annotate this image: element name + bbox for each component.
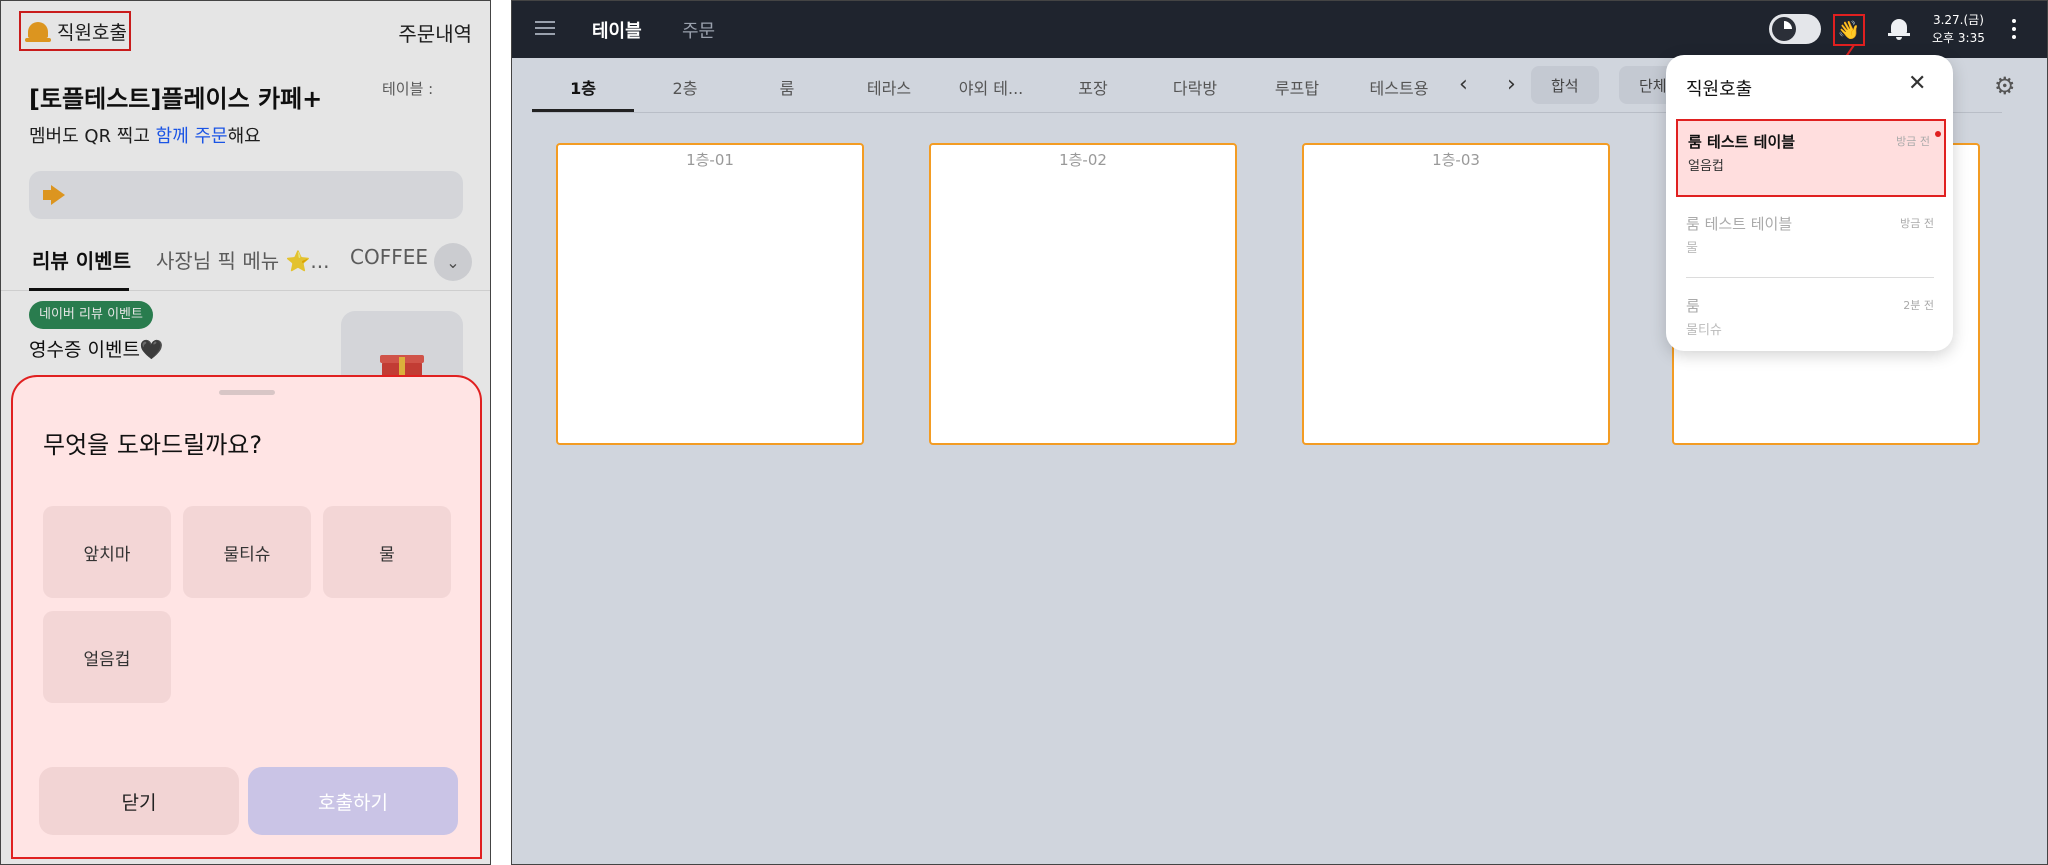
call-divider: [1686, 277, 1934, 278]
call-request: 얼음컵: [1688, 159, 1724, 174]
call-item[interactable]: 룸 테스트 테이블 방금 전 물: [1686, 213, 1934, 263]
clock: 3.27.(금) 오후 3:35: [1932, 11, 1985, 47]
floor-tab-attic[interactable]: 다락방: [1144, 75, 1246, 99]
table-name: 1층-01: [686, 151, 734, 169]
table-name: 1층-02: [1059, 151, 1107, 169]
floor-tab-outdoor[interactable]: 야외 테...: [940, 75, 1042, 99]
menu-icon[interactable]: [535, 19, 555, 37]
tab-tables[interactable]: 테이블: [592, 17, 642, 43]
call-button[interactable]: 호출하기: [248, 767, 458, 835]
table-card[interactable]: 1층-02: [929, 143, 1237, 445]
clock-date: 3.27.(금): [1932, 13, 1984, 27]
tab-orders[interactable]: 주문: [682, 17, 715, 43]
table-card[interactable]: 1층-01: [556, 143, 864, 445]
gear-icon[interactable]: ⚙: [1994, 72, 2016, 100]
sheet-title: 무엇을 도와드릴까요?: [43, 431, 263, 459]
floor-tab-2f[interactable]: 2층: [634, 75, 736, 99]
table-card[interactable]: 1층-03: [1302, 143, 1610, 445]
call-table: 룸: [1686, 297, 1700, 315]
floor-tab-room[interactable]: 룸: [736, 75, 838, 99]
call-table: 룸 테스트 테이블: [1688, 133, 1796, 151]
clock-time: 오후 3:35: [1932, 31, 1985, 45]
table-name: 1층-03: [1432, 151, 1480, 169]
merge-button[interactable]: 합석: [1531, 66, 1599, 104]
popup-title: 직원호출: [1686, 79, 1753, 100]
theme-toggle-icon[interactable]: [1769, 14, 1821, 44]
hand-wave-icon[interactable]: 👋: [1833, 14, 1865, 46]
pos-screen: 테이블 주문 👋 3.27.(금) 오후 3:35 1층 2층 룸 테라스 야외…: [511, 0, 2048, 865]
notification-bell-icon[interactable]: [1888, 17, 1910, 41]
option-water[interactable]: 물: [323, 506, 451, 598]
floor-tab-takeout[interactable]: 포장: [1042, 75, 1144, 99]
staff-call-popup: 직원호출 ✕ 룸 테스트 테이블 방금 전 얼음컵 룸 테스트 테이블 방금 전…: [1666, 55, 1953, 351]
floor-tab-terrace[interactable]: 테라스: [838, 75, 940, 99]
top-bar: 테이블 주문 👋 3.27.(금) 오후 3:35: [512, 1, 2047, 58]
unread-dot: [1935, 131, 1941, 137]
chevron-right-icon[interactable]: ›: [1507, 72, 1516, 97]
close-button[interactable]: 닫기: [39, 767, 239, 835]
call-item[interactable]: 룸 테스트 테이블 방금 전 얼음컵: [1676, 119, 1946, 197]
call-time: 방금 전: [1896, 135, 1930, 148]
sheet-handle[interactable]: [219, 390, 275, 395]
floor-tab-test[interactable]: 테스트용: [1348, 75, 1450, 99]
call-table: 룸 테스트 테이블: [1686, 215, 1793, 233]
option-apron[interactable]: 앞치마: [43, 506, 171, 598]
call-item[interactable]: 룸 2분 전 물티슈: [1686, 295, 1934, 345]
floor-tab-rooftop[interactable]: 루프탑: [1246, 75, 1348, 99]
call-time: 2분 전: [1903, 299, 1934, 312]
staff-call-sheet: 무엇을 도와드릴까요? 앞치마 물티슈 물 얼음컵 닫기 호출하기: [11, 375, 482, 859]
mobile-screen: 직원호출 주문내역 [토플테스트]플레이스 카페+ 테이블 : 멤버도 QR 찍…: [0, 0, 491, 865]
option-wet-tissue[interactable]: 물티슈: [183, 506, 311, 598]
close-icon[interactable]: ✕: [1908, 71, 1926, 96]
more-vertical-icon[interactable]: [2012, 19, 2016, 39]
call-request: 물티슈: [1686, 323, 1722, 338]
option-ice-cup[interactable]: 얼음컵: [43, 611, 171, 703]
call-request: 물: [1686, 241, 1698, 256]
chevron-left-icon[interactable]: ‹: [1459, 72, 1468, 97]
floor-tab-1f[interactable]: 1층: [532, 75, 634, 99]
call-time: 방금 전: [1900, 217, 1934, 230]
